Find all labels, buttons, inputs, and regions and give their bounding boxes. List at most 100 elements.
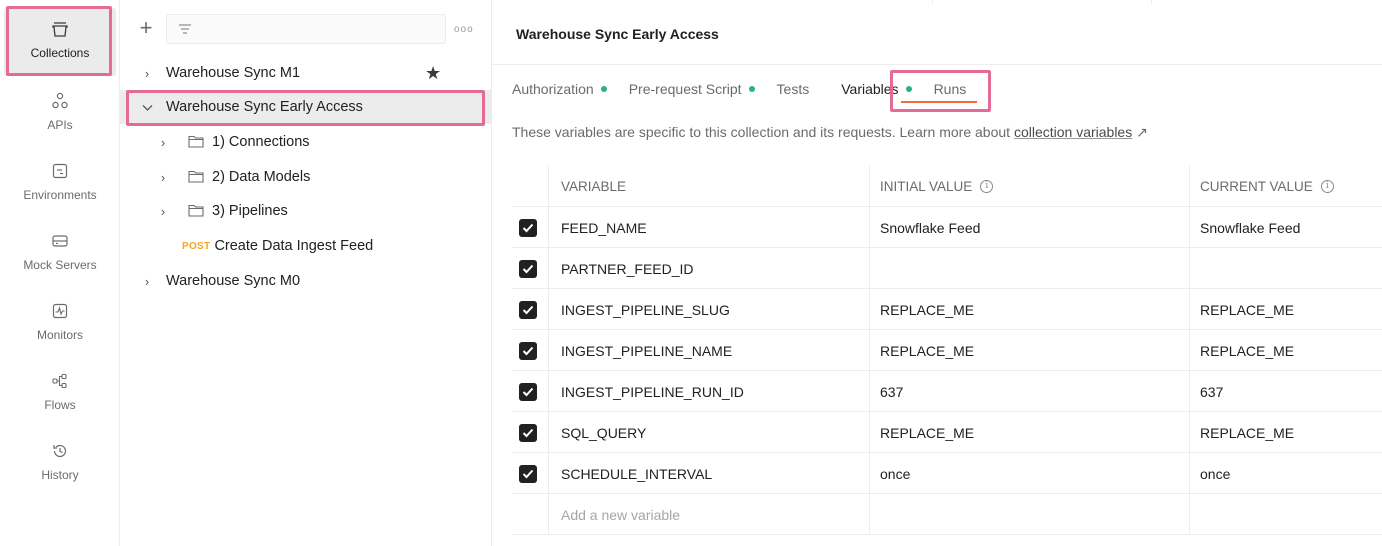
chevron-right-icon[interactable]: ›	[140, 66, 154, 81]
row-checkbox-cell	[512, 494, 548, 535]
rail-item-monitors[interactable]: Monitors	[4, 290, 116, 358]
variable-name-cell[interactable]: SCHEDULE_INTERVAL	[548, 453, 869, 494]
description-text: These variables are specific to this col…	[512, 124, 1011, 140]
tab-pre-request-script[interactable]: Pre-request Script	[629, 75, 755, 103]
tree-item-pipelines[interactable]: › 3) Pipelines	[120, 194, 492, 228]
chevron-right-icon[interactable]: ›	[140, 274, 154, 289]
info-icon[interactable]: i	[1320, 180, 1334, 193]
folder-icon	[188, 135, 206, 149]
add-variable-row: Add a new variable	[512, 494, 1382, 535]
current-value-cell[interactable]: REPLACE_ME	[1189, 289, 1382, 330]
tab-label: Runs	[933, 81, 967, 97]
collections-sidebar: + ooo › Warehouse Sync M1 ★ Warehouse Sy…	[120, 0, 492, 546]
chevron-down-icon[interactable]	[140, 100, 154, 115]
row-checkbox[interactable]	[519, 341, 537, 360]
add-icon[interactable]: +	[136, 17, 156, 39]
monitors-icon	[49, 300, 71, 322]
row-checkbox[interactable]	[519, 218, 537, 237]
filter-input[interactable]	[166, 14, 446, 44]
header-initial-value: INITIAL VALUE i	[869, 166, 1189, 207]
rail-item-apis[interactable]: APIs	[4, 80, 116, 148]
variable-name-cell[interactable]: INGEST_PIPELINE_SLUG	[548, 289, 869, 330]
row-checkbox-cell	[512, 289, 548, 330]
initial-value-cell[interactable]: Snowflake Feed	[869, 207, 1189, 248]
tab-label: Pre-request Script	[628, 81, 742, 97]
active-tab-underline	[901, 101, 977, 103]
collections-icon	[49, 18, 71, 40]
tree-item-create-data-ingest-feed[interactable]: POST Create Data Ingest Feed	[120, 229, 492, 263]
header-check-cell	[512, 166, 548, 207]
current-value-cell[interactable]	[1189, 248, 1382, 289]
current-value-cell[interactable]: Snowflake Feed	[1189, 207, 1382, 248]
chevron-right-icon[interactable]: ›	[156, 135, 170, 150]
tab-authorization[interactable]: Authorization	[512, 75, 607, 103]
environments-icon	[49, 160, 71, 182]
initial-value-cell[interactable]: once	[869, 453, 1189, 494]
tree-item-label: 3) Pipelines	[212, 203, 288, 219]
rail-item-environments[interactable]: Environments	[4, 150, 116, 218]
star-icon[interactable]: ★	[425, 63, 441, 84]
tab-runs[interactable]: Runs	[934, 75, 967, 103]
row-checkbox-cell	[512, 371, 548, 412]
chevron-right-icon[interactable]: ›	[156, 170, 170, 185]
initial-value-cell[interactable]: 637	[869, 371, 1189, 412]
tree-item-data-models[interactable]: › 2) Data Models	[120, 160, 492, 194]
tree-item-label: Warehouse Sync M1	[166, 65, 301, 81]
table-row: FEED_NAME Snowflake Feed Snowflake Feed	[512, 207, 1382, 248]
row-checkbox[interactable]	[519, 464, 537, 483]
flows-icon	[49, 370, 71, 392]
mock-servers-icon	[49, 230, 71, 252]
tab-tests[interactable]: Tests	[777, 75, 810, 103]
more-options-icon[interactable]: ooo	[454, 24, 474, 35]
tab-variables[interactable]: Variables	[841, 75, 912, 103]
chevron-right-icon[interactable]: ›	[156, 204, 170, 219]
status-dot	[600, 86, 607, 92]
variables-description: These variables are specific to this col…	[512, 124, 1148, 141]
current-value-cell[interactable]: REPLACE_ME	[1189, 330, 1382, 371]
folder-icon	[188, 204, 206, 218]
tree-item-warehouse-sync-m1[interactable]: › Warehouse Sync M1 ★	[120, 56, 492, 90]
tab-label: Variables	[841, 81, 899, 97]
variable-name-cell[interactable]: INGEST_PIPELINE_RUN_ID	[548, 371, 869, 412]
rail-item-collections[interactable]: Collections	[4, 8, 116, 76]
row-checkbox[interactable]	[519, 300, 537, 319]
row-checkbox[interactable]	[519, 423, 537, 442]
initial-value-cell[interactable]	[869, 494, 1189, 535]
tree-item-label: 1) Connections	[212, 134, 310, 150]
variable-name-cell[interactable]: SQL_QUERY	[548, 412, 869, 453]
rail-label-flows: Flows	[44, 398, 76, 412]
initial-value-cell[interactable]: REPLACE_ME	[869, 330, 1189, 371]
variable-name-cell[interactable]: FEED_NAME	[548, 207, 869, 248]
info-icon[interactable]: i	[980, 180, 994, 193]
post-method-badge: POST	[182, 240, 211, 252]
row-checkbox[interactable]	[519, 259, 537, 278]
current-value-cell[interactable]: REPLACE_ME	[1189, 412, 1382, 453]
add-variable-input[interactable]: Add a new variable	[548, 494, 869, 535]
collection-variables-link[interactable]: collection variables	[1014, 124, 1132, 140]
variable-name-cell[interactable]: PARTNER_FEED_ID	[548, 248, 869, 289]
initial-value-cell[interactable]	[869, 248, 1189, 289]
initial-value-cell[interactable]: REPLACE_ME	[869, 289, 1189, 330]
row-checkbox[interactable]	[519, 382, 537, 401]
initial-value-cell[interactable]: REPLACE_ME	[869, 412, 1189, 453]
table-header-row: VARIABLE INITIAL VALUE i CURRENT VALUE i	[512, 166, 1382, 207]
tree-item-label: Create Data Ingest Feed	[214, 238, 374, 254]
rail-item-flows[interactable]: Flows	[4, 360, 116, 428]
tab-label: Authorization	[512, 81, 594, 97]
external-link-icon: ↗	[1136, 124, 1148, 140]
tree-item-connections[interactable]: › 1) Connections	[120, 125, 492, 159]
current-value-cell[interactable]: once	[1189, 453, 1382, 494]
apis-icon	[49, 90, 71, 112]
current-value-cell[interactable]	[1189, 494, 1382, 535]
table-row: SQL_QUERY REPLACE_ME REPLACE_ME	[512, 412, 1382, 453]
rail-label-collections: Collections	[30, 46, 90, 60]
row-checkbox-cell	[512, 330, 548, 371]
variable-name-cell[interactable]: INGEST_PIPELINE_NAME	[548, 330, 869, 371]
table-row: INGEST_PIPELINE_SLUG REPLACE_ME REPLACE_ME	[512, 289, 1382, 330]
current-value-cell[interactable]: 637	[1189, 371, 1382, 412]
tree-item-label: Warehouse Sync M0	[166, 273, 301, 289]
rail-item-history[interactable]: History	[4, 430, 116, 498]
rail-item-mock-servers[interactable]: Mock Servers	[4, 220, 116, 288]
tree-item-warehouse-sync-early-access[interactable]: Warehouse Sync Early Access	[120, 90, 492, 124]
tree-item-warehouse-sync-m0[interactable]: › Warehouse Sync M0	[120, 264, 492, 298]
